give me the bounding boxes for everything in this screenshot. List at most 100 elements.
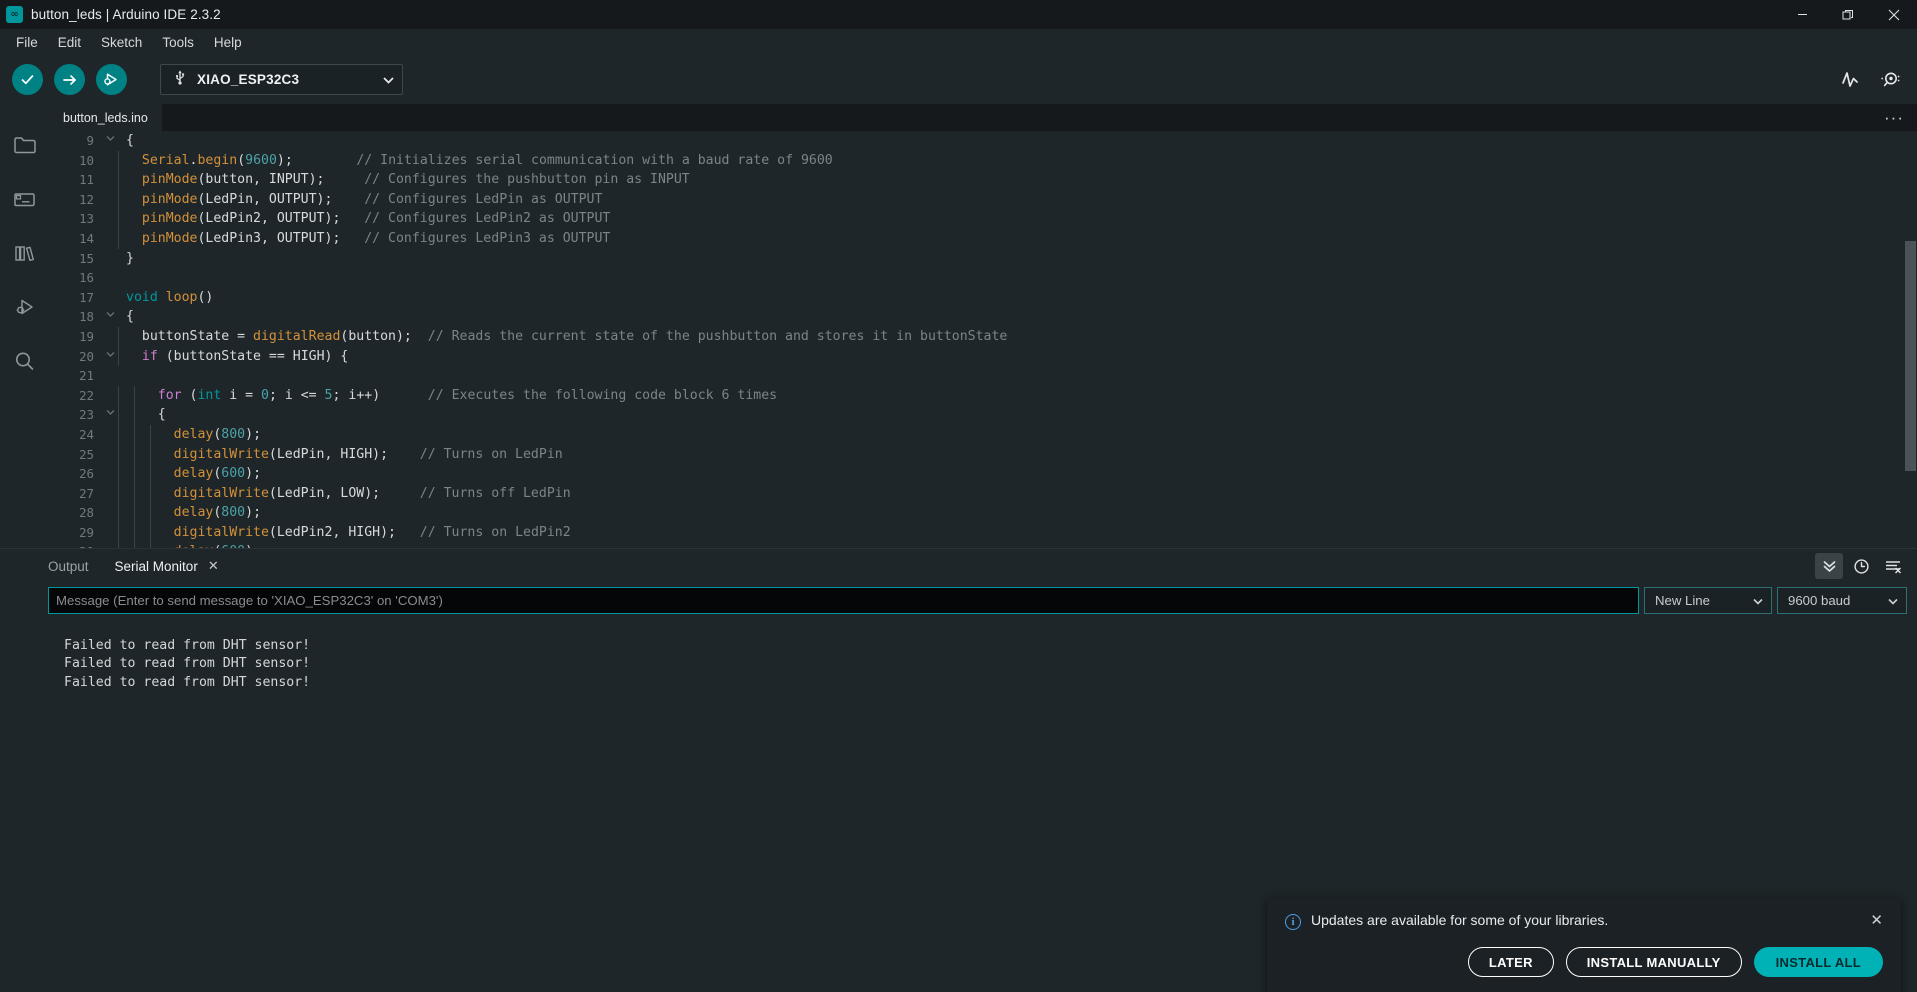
code-token: // Executes the following code block 6 t… xyxy=(427,387,778,403)
menu-tools[interactable]: Tools xyxy=(152,32,204,53)
sidebar-item-boards-manager[interactable] xyxy=(0,172,49,226)
debug-button[interactable] xyxy=(96,64,127,95)
serial-plotter-icon[interactable] xyxy=(1839,69,1861,90)
code-token: ; i <= xyxy=(268,387,325,403)
line-number: 14 xyxy=(79,230,94,246)
install-all-button[interactable]: INSTALL ALL xyxy=(1753,947,1883,977)
board-selector[interactable]: XIAO_ESP32C3 xyxy=(160,64,403,95)
sidebar-item-library-manager[interactable] xyxy=(0,226,49,280)
indent-guide xyxy=(150,444,151,465)
autoscroll-icon[interactable] xyxy=(1815,553,1843,579)
code-token: for xyxy=(157,387,182,403)
code-token: Serial xyxy=(141,152,190,168)
code-line: 23 { xyxy=(49,405,1917,425)
code-token: i = xyxy=(221,387,262,403)
close-icon[interactable]: ✕ xyxy=(1870,913,1883,928)
code-text: { xyxy=(118,405,166,425)
editor-tab-button-leds[interactable]: button_leds.ino xyxy=(49,104,162,131)
code-token: (LedPin2, OUTPUT); xyxy=(197,211,341,227)
usb-icon xyxy=(173,69,187,90)
code-text: delay(800); xyxy=(118,503,261,523)
code-line: 26 delay(600); xyxy=(49,464,1917,484)
editor-scrollbar-thumb[interactable] xyxy=(1905,241,1916,471)
line-number: 24 xyxy=(79,426,94,442)
indent-guide xyxy=(134,405,135,425)
clear-output-icon[interactable] xyxy=(1879,553,1907,579)
code-token: pinMode xyxy=(141,211,198,227)
indent-guide xyxy=(118,150,119,171)
editor-more-icon[interactable]: ··· xyxy=(1881,104,1907,131)
code-editor[interactable]: 9{10 Serial.begin(9600); // Initializes … xyxy=(49,131,1917,548)
tab-serial-monitor[interactable]: Serial Monitor ✕ xyxy=(115,549,219,583)
line-number: 23 xyxy=(79,407,94,423)
code-text: { xyxy=(118,131,134,151)
timestamp-clock-icon[interactable] xyxy=(1847,553,1875,579)
tab-output[interactable]: Output xyxy=(48,549,89,583)
code-token: (LedPin3, OUTPUT); xyxy=(197,230,341,246)
indent-guide xyxy=(118,503,119,523)
tab-serial-monitor-label: Serial Monitor xyxy=(114,558,198,574)
menu-file[interactable]: File xyxy=(6,32,48,53)
menu-help[interactable]: Help xyxy=(204,32,252,53)
code-token: // Configures LedPin3 as OUTPUT xyxy=(364,230,611,246)
upload-button[interactable] xyxy=(54,64,85,95)
sidebar-item-search[interactable] xyxy=(0,334,49,388)
code-token: pinMode xyxy=(141,191,198,207)
window-controls xyxy=(1779,0,1917,29)
bottom-panel: Output Serial Monitor ✕ Message (Enter t… xyxy=(0,548,1917,992)
fold-chevron-icon[interactable] xyxy=(103,307,118,327)
fold-chevron-icon[interactable] xyxy=(103,131,118,151)
baud-rate-select[interactable]: 9600 baud xyxy=(1777,587,1907,614)
code-line: 29 digitalWrite(LedPin2, HIGH); // Turns… xyxy=(49,522,1917,543)
tab-output-label: Output xyxy=(48,558,89,574)
minimize-button[interactable] xyxy=(1779,0,1825,29)
title-bar: ∞ button_leds | Arduino IDE 2.3.2 xyxy=(0,0,1917,29)
activity-bar xyxy=(0,104,49,548)
indent-guide xyxy=(150,464,151,484)
code-token: // Turns off LedPin xyxy=(419,485,571,501)
code-token: ); xyxy=(245,426,262,442)
editor-vertical-scrollbar[interactable] xyxy=(1904,131,1917,548)
serial-output-line: Failed to read from DHT sensor! xyxy=(64,674,311,690)
code-token: pinMode xyxy=(141,172,198,188)
code-text: delay(800); xyxy=(118,424,262,445)
code-text: digitalWrite(LedPin2, HIGH); // Turns on… xyxy=(118,522,571,543)
code-token: digitalRead xyxy=(253,328,341,344)
menu-sketch[interactable]: Sketch xyxy=(91,32,152,53)
line-number: 9 xyxy=(86,133,94,148)
close-button[interactable] xyxy=(1871,0,1917,29)
line-ending-select[interactable]: New Line xyxy=(1644,587,1772,614)
serial-message-input[interactable] xyxy=(48,587,1639,614)
code-line: 16 xyxy=(49,268,1917,288)
code-text: digitalWrite(LedPin, HIGH); // Turns on … xyxy=(118,444,563,465)
code-line: 15} xyxy=(49,249,1917,269)
maximize-button[interactable] xyxy=(1825,0,1871,29)
serial-output-line: Failed to read from DHT sensor! xyxy=(64,656,311,672)
indent-guide xyxy=(118,464,119,484)
verify-button[interactable] xyxy=(12,64,43,95)
code-token: pinMode xyxy=(141,230,198,246)
code-text: { xyxy=(118,307,134,327)
close-icon[interactable]: ✕ xyxy=(208,558,219,574)
indent-guide xyxy=(134,444,135,465)
fold-chevron-icon[interactable] xyxy=(103,405,118,425)
code-token: digitalWrite xyxy=(173,524,269,540)
fold-chevron-icon[interactable] xyxy=(103,347,118,367)
serial-output-line: Failed to read from DHT sensor! xyxy=(64,638,311,653)
code-token: { xyxy=(126,309,134,325)
board-name-label: XIAO_ESP32C3 xyxy=(197,72,300,87)
indent-guide xyxy=(150,424,151,445)
sidebar-item-sketchbook[interactable] xyxy=(0,118,49,172)
indent-guide xyxy=(134,483,135,504)
chevron-down-icon xyxy=(1888,593,1898,608)
serial-monitor-icon[interactable] xyxy=(1879,69,1903,90)
code-token: // Turns on LedPin xyxy=(419,446,563,462)
menu-edit[interactable]: Edit xyxy=(48,32,91,53)
install-manually-button[interactable]: INSTALL MANUALLY xyxy=(1565,947,1742,977)
later-button[interactable]: LATER xyxy=(1467,947,1554,977)
sidebar-item-debug[interactable] xyxy=(0,280,49,334)
